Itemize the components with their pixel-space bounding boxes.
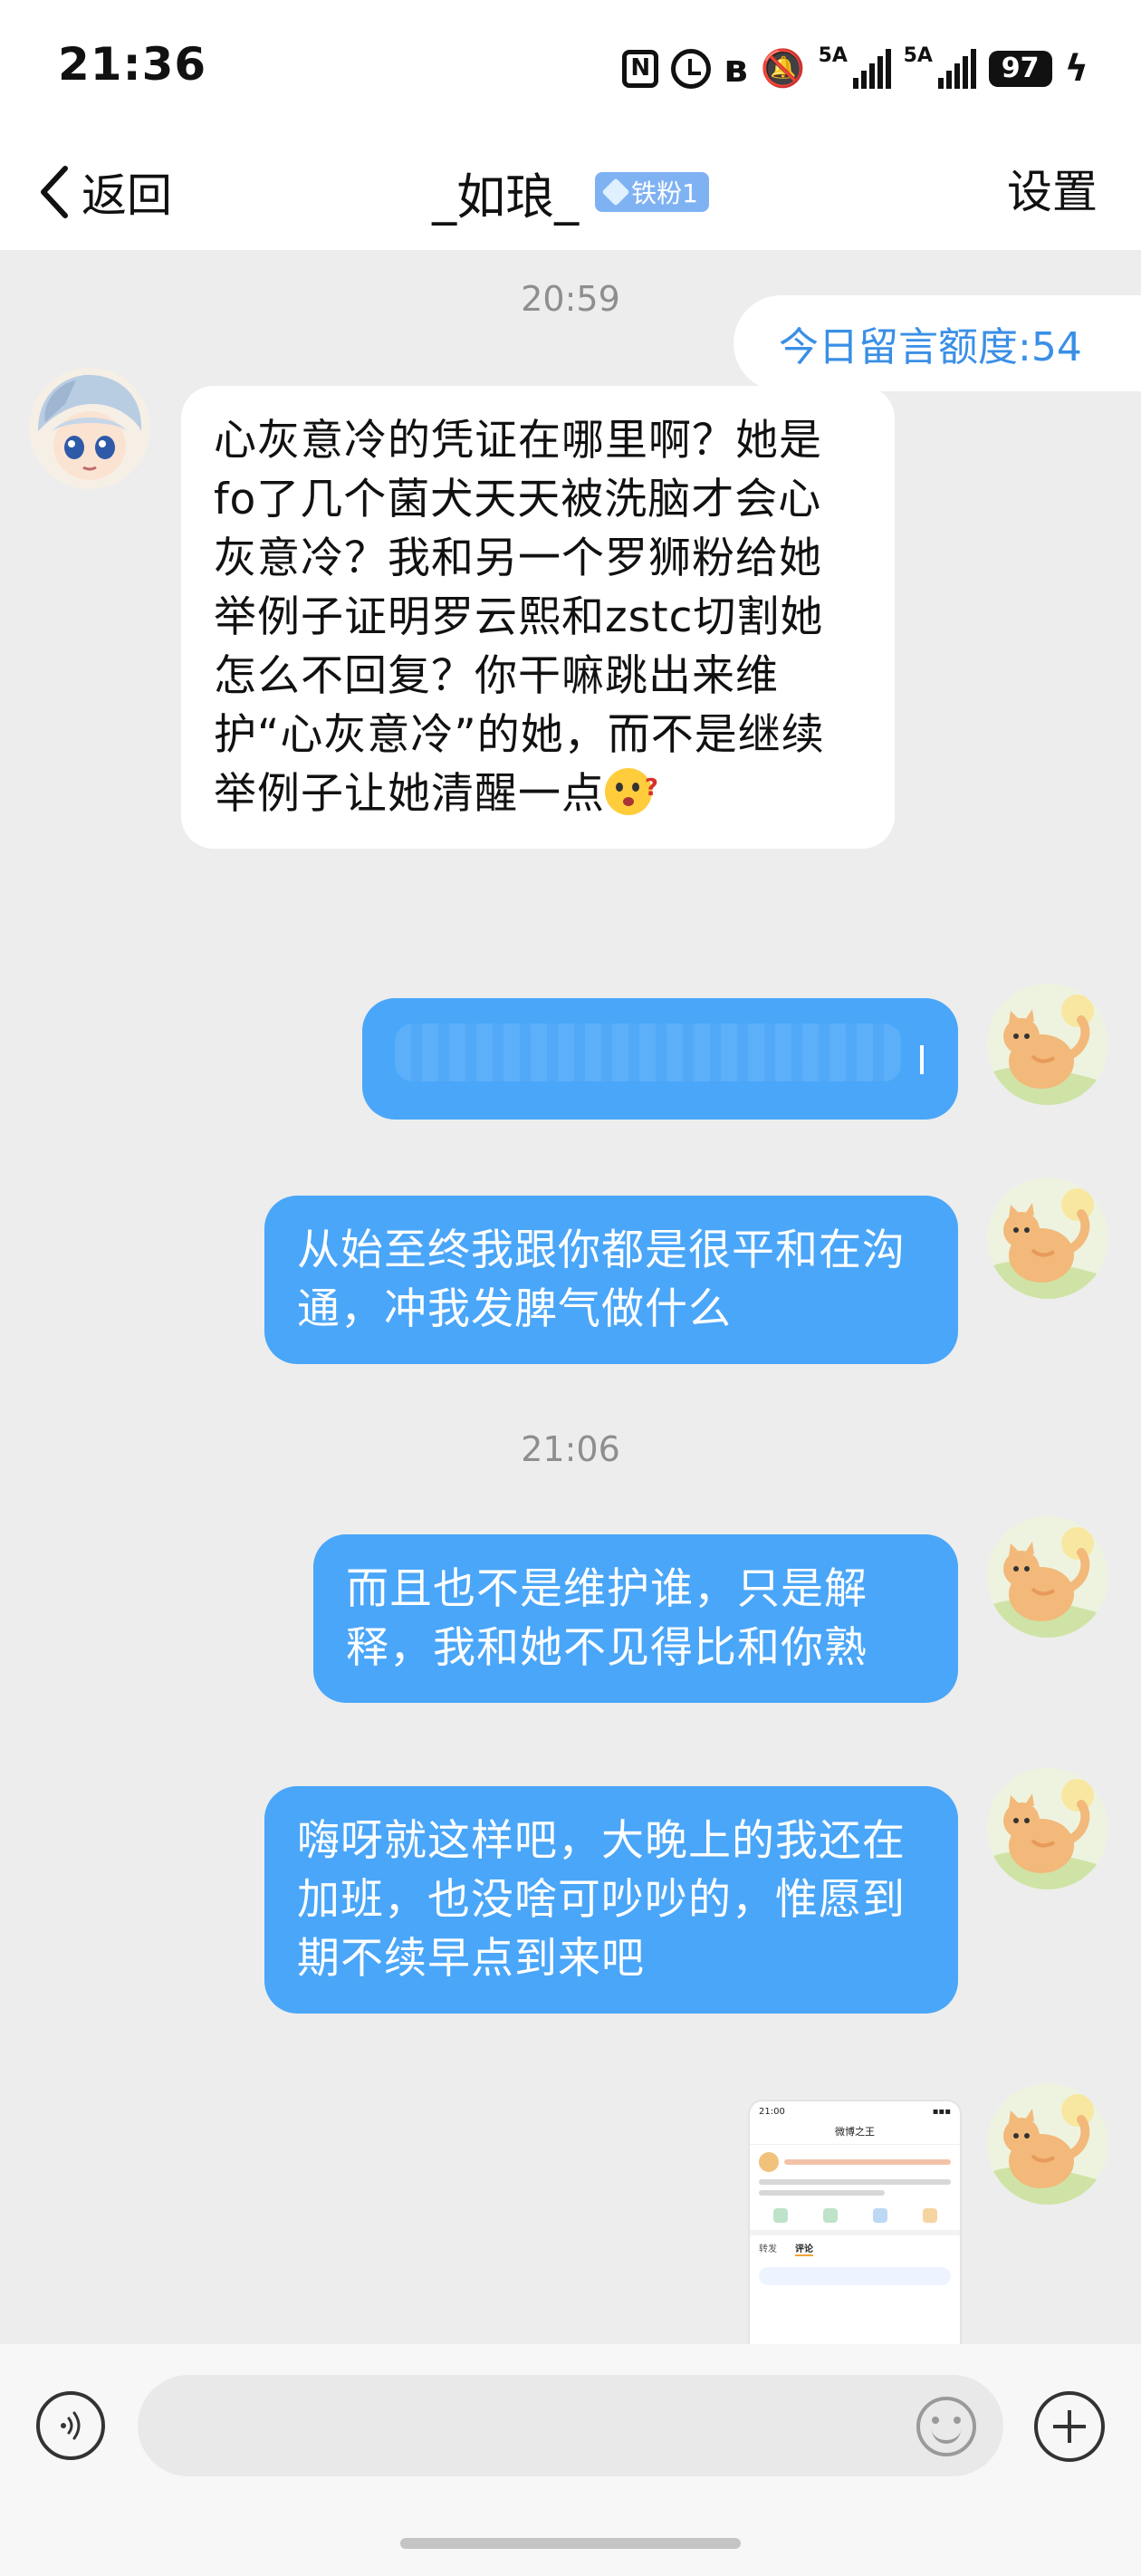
settings-button[interactable]: 设置 xyxy=(1007,156,1098,228)
signal-icon: 5A xyxy=(819,45,891,89)
thumbnail-text-line xyxy=(759,2190,886,2196)
signal-icon: 5A xyxy=(904,45,976,89)
message-text: 从始至终我跟你都是很平和在沟通，冲我发脾气做什么 xyxy=(297,1226,906,1334)
thumbnail-avatar xyxy=(759,2152,779,2172)
voice-input-button[interactable] xyxy=(36,2391,105,2460)
thumbnail-action-icons xyxy=(750,2201,960,2230)
battery-level: 97 xyxy=(988,51,1052,87)
message-bubble-sent[interactable]: 而且也不是维护谁，只是解释，我和她不见得比和你熟 xyxy=(313,1534,958,1703)
alarm-icon xyxy=(671,48,712,90)
mute-icon: 🔕 xyxy=(760,48,806,90)
charging-icon: ϟ xyxy=(1064,48,1088,90)
voice-icon xyxy=(61,2411,81,2440)
thumbnail-heading: 微博之王 xyxy=(750,2122,960,2145)
message-bubble-received[interactable]: 心灰意冷的凭证在哪里啊？她是fo了几个菌犬天天被洗脑才会心灰意冷？我和另一个罗狮… xyxy=(181,386,895,849)
message-input[interactable] xyxy=(138,2375,1003,2476)
home-indicator[interactable] xyxy=(400,2538,741,2549)
thumbnail-tab-active: 评论 xyxy=(795,2241,813,2256)
my-avatar[interactable] xyxy=(987,1516,1108,1638)
thinking-face-emoji: ? xyxy=(605,768,658,815)
network-label: 5A xyxy=(903,44,933,67)
thumbnail-tip xyxy=(759,2267,951,2285)
message-bubble-sent[interactable]: 嗨呀就这样吧，大晚上的我还在加班，也没啥可吵吵的，惟愿到期不续早点到来吧 xyxy=(264,1786,958,2014)
message-bubble-sent[interactable] xyxy=(362,998,958,1120)
thumbnail-status-icons: ▪▪▪ xyxy=(932,2107,951,2117)
text-cursor xyxy=(920,1045,924,1074)
battery-icon: 97 xyxy=(988,48,1052,90)
message-text-redacted xyxy=(395,1024,902,1081)
contact-avatar[interactable] xyxy=(29,368,150,489)
message-bubble-sent[interactable]: 从始至终我跟你都是很平和在沟通，冲我发脾气做什么 xyxy=(264,1196,958,1364)
page-title: _如琅_ xyxy=(432,168,580,226)
message-text: 而且也不是维护谁，只是解释，我和她不见得比和你熟 xyxy=(346,1564,868,1673)
thumbnail-tabs: 转发 评论 xyxy=(750,2230,960,2262)
chat-area[interactable]: 20:59 今日留言额度:54 心灰意冷的凭证在哪里啊？她是fo了几个菌犬天天被… xyxy=(0,250,1141,2344)
thumbnail-tab: 转发 xyxy=(759,2244,777,2254)
screenshot-thumbnail[interactable]: 21:00 ▪▪▪ 微博之王 转发 评论 xyxy=(748,2100,962,2344)
message-text: 心灰意冷的凭证在哪里啊？她是fo了几个菌犬天天被洗脑才会心灰意冷？我和另一个罗狮… xyxy=(214,416,825,819)
back-button[interactable]: 返回 xyxy=(36,156,172,228)
message-text: 嗨呀就这样吧，大晚上的我还在加班，也没啥可吵吵的，惟愿到期不续早点到来吧 xyxy=(297,1816,906,1984)
nav-header: 返回 _如琅_ 铁粉1 设置 xyxy=(0,136,1141,250)
back-label: 返回 xyxy=(82,169,172,222)
timestamp: 21:06 xyxy=(521,1429,620,1469)
thumbnail-author-name xyxy=(784,2159,951,2165)
my-avatar[interactable] xyxy=(987,1177,1108,1299)
thumbnail-post-author xyxy=(750,2145,960,2174)
diamond-icon xyxy=(601,178,630,207)
status-icons: N ʙ 🔕 5A 5A 97 ϟ xyxy=(622,43,1088,94)
emoji-button[interactable] xyxy=(916,2397,976,2456)
my-avatar[interactable] xyxy=(987,2083,1108,2205)
status-bar: 21:36 N ʙ 🔕 5A 5A 97 ϟ xyxy=(0,0,1141,136)
bluetooth-icon: ʙ xyxy=(724,46,748,91)
my-avatar[interactable] xyxy=(987,984,1108,1105)
more-options-button[interactable] xyxy=(1034,2391,1105,2462)
chevron-left-icon xyxy=(41,166,68,218)
thumbnail-text-line xyxy=(759,2179,951,2185)
fan-level-badge: 铁粉1 xyxy=(595,172,709,212)
input-bar xyxy=(0,2344,1141,2576)
status-time: 21:36 xyxy=(58,38,207,91)
thumbnail-time: 21:00 xyxy=(759,2107,785,2117)
nfc-icon: N xyxy=(622,48,659,90)
message-quota-label: 今日留言额度:54 xyxy=(734,295,1141,391)
thumbnail-status-bar: 21:00 ▪▪▪ xyxy=(750,2101,960,2122)
my-avatar[interactable] xyxy=(987,1768,1108,1889)
network-label: 5A xyxy=(818,44,848,67)
fan-level-label: 铁粉1 xyxy=(631,178,698,208)
